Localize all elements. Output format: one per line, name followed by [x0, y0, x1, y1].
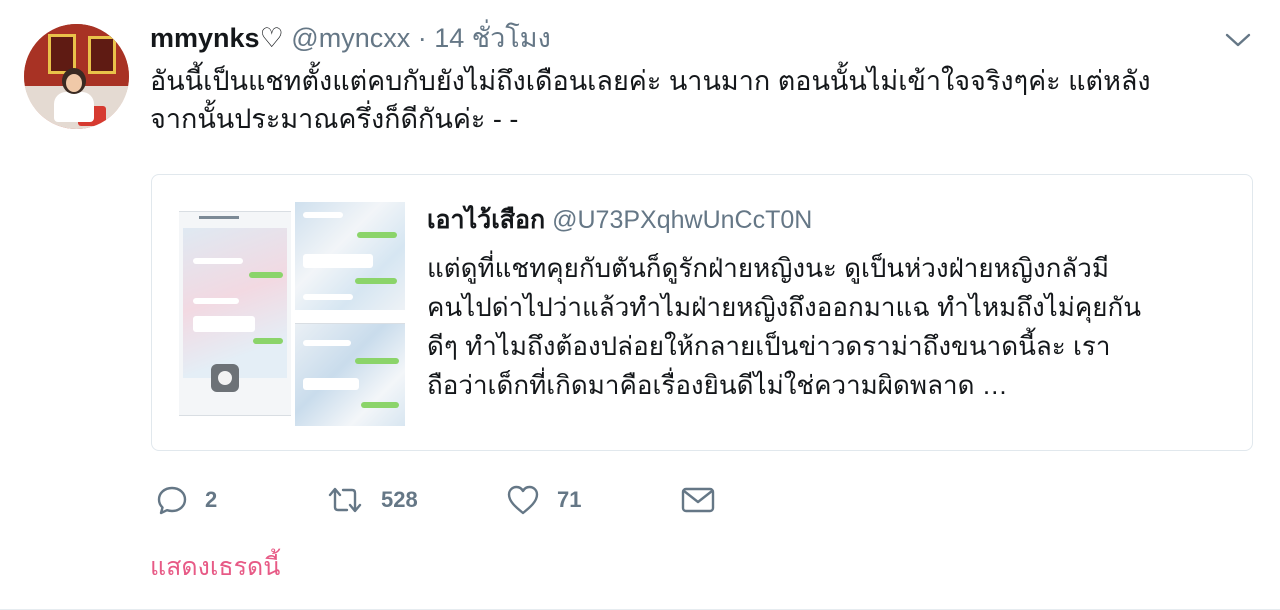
chat-bubble — [193, 258, 243, 264]
tweet-card[interactable]: mmynks♡ @myncxx · 14 ชั่วโมง อันนี้เป็นแ… — [0, 0, 1280, 610]
chat-bubble — [303, 378, 359, 390]
like-icon — [505, 483, 541, 517]
status-bar — [295, 314, 405, 324]
tweet-header: mmynks♡ @myncxx · 14 ชั่วโมง — [150, 20, 551, 56]
status-bar — [179, 202, 291, 212]
header-separator: · — [417, 23, 427, 53]
chat-bubble-sent — [355, 358, 399, 364]
chat-bubble — [303, 254, 373, 268]
reply-icon — [155, 483, 189, 517]
chat-title-line — [199, 216, 239, 219]
chat-bubble-sent — [249, 272, 283, 278]
show-thread-link[interactable]: แสดงเธรดนี้ — [150, 550, 280, 584]
author-handle[interactable]: @myncxx — [291, 23, 410, 53]
direct-message-button[interactable] — [680, 482, 716, 518]
chat-bubble — [193, 298, 239, 304]
tweet-text-line: อันนี้เป็นแชทตั้งแต่คบกับยังไม่ถึงเดือนเ… — [150, 66, 1151, 96]
chat-bubble — [303, 294, 353, 300]
quoted-text-line: คนไปด่าไปว่าแล้วทำไมฝ่ายหญิงถึงออกมาแฉ ท… — [427, 292, 1142, 322]
tweet-text: อันนี้เป็นแชทตั้งแต่คบกับยังไม่ถึงเดือนเ… — [150, 62, 1240, 138]
app-dock — [179, 415, 291, 426]
avatar-window — [88, 36, 116, 74]
quoted-tweet-image[interactable] — [179, 202, 405, 426]
quoted-text-line: ถือว่าเด็กที่เกิดมาคือเรื่องยินดีไม่ใช่ค… — [427, 370, 1008, 400]
tweet-text-line: จากนั้นประมาณครึ่งก็ดีกันค่ะ - - — [150, 104, 519, 134]
retweet-button[interactable]: 528 — [325, 482, 418, 518]
chat-bubble — [193, 316, 255, 332]
avatar-person-face — [66, 74, 82, 92]
chat-screenshot — [179, 202, 291, 426]
chat-screenshot — [295, 314, 405, 426]
retweet-icon — [325, 483, 365, 517]
quoted-author-handle[interactable]: @U73PXqhwUnCcT0N — [552, 206, 812, 234]
like-count: 71 — [557, 487, 582, 512]
author-name[interactable]: mmynks — [150, 23, 260, 53]
quoted-text-line: ดีๆ ทำไมถึงต้องปล่อยให้กลายเป็นข่าวดราม่… — [427, 331, 1111, 361]
reply-button[interactable]: 2 — [155, 482, 217, 518]
retweet-count: 528 — [381, 487, 418, 512]
like-button[interactable]: 71 — [505, 482, 581, 518]
quoted-author-name[interactable]: เอาไว้เสือก — [427, 206, 545, 234]
chat-bubble — [303, 212, 343, 218]
reply-count: 2 — [205, 487, 218, 512]
chat-bubble — [303, 340, 351, 346]
sticker-icon — [211, 364, 239, 392]
quoted-text-line: แต่ดูที่แชทคุยกับตันก็ดูรักฝ่ายหญิงนะ ดู… — [427, 253, 1110, 283]
chat-screenshot — [295, 202, 405, 310]
author-name-heart: ♡ — [259, 23, 284, 53]
chat-bubble-sent — [253, 338, 283, 344]
avatar-person-body — [54, 92, 94, 122]
chat-bubble-sent — [355, 278, 397, 284]
quoted-tweet-header: เอาไว้เสือก @U73PXqhwUnCcT0N — [427, 203, 812, 237]
quoted-tweet-text: แต่ดูที่แชทคุยกับตันก็ดูรักฝ่ายหญิงนะ ดู… — [427, 249, 1237, 405]
chevron-down-icon[interactable] — [1224, 30, 1252, 50]
chat-bubble-sent — [357, 232, 397, 238]
quoted-tweet[interactable]: เอาไว้เสือก @U73PXqhwUnCcT0N แต่ดูที่แชท… — [151, 174, 1253, 451]
author-avatar[interactable] — [24, 24, 129, 129]
tweet-timestamp[interactable]: 14 ชั่วโมง — [434, 23, 551, 53]
chat-bubble-sent — [361, 402, 399, 408]
message-icon — [680, 483, 716, 517]
